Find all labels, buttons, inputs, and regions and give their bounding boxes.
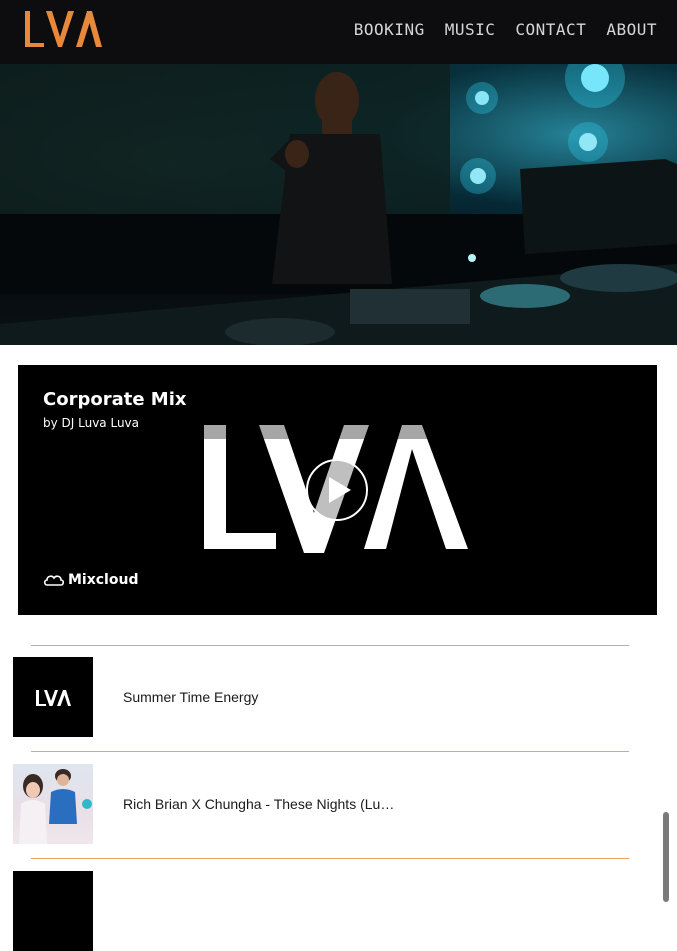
nav-music[interactable]: MUSIC — [445, 20, 496, 39]
list-item[interactable]: Rich Brian X Chungha - These Nights (Lu… — [13, 764, 633, 844]
mixcloud-label: Mixcloud — [68, 572, 139, 588]
nav-booking[interactable]: BOOKING — [354, 20, 425, 39]
track-title: Summer Time Energy — [123, 689, 259, 705]
site-logo[interactable] — [22, 9, 102, 49]
hero-image — [0, 64, 677, 345]
track-thumbnail — [13, 871, 93, 951]
divider — [31, 858, 629, 859]
mix-artist[interactable]: by DJ Luva Luva — [43, 416, 139, 430]
mixcloud-player: Corporate Mix by DJ Luva Luva Mixcloud — [18, 365, 657, 615]
play-button[interactable] — [305, 458, 369, 522]
main-nav: BOOKING MUSIC CONTACT ABOUT — [354, 0, 657, 58]
site-header: BOOKING MUSIC CONTACT ABOUT — [0, 0, 677, 64]
track-thumbnail — [13, 657, 93, 737]
play-icon — [306, 459, 368, 521]
nav-contact[interactable]: CONTACT — [515, 20, 586, 39]
divider — [31, 751, 629, 752]
scrollbar[interactable] — [663, 812, 669, 902]
mixcloud-link[interactable]: Mixcloud — [43, 572, 138, 588]
track-thumbnail — [13, 764, 93, 844]
cloud-icon — [43, 575, 65, 586]
nav-about[interactable]: ABOUT — [606, 20, 657, 39]
list-item[interactable]: Summer Time Energy — [13, 657, 633, 737]
track-title: Rich Brian X Chungha - These Nights (Lu… — [123, 796, 395, 812]
divider — [31, 645, 629, 646]
mix-title[interactable]: Corporate Mix — [43, 389, 187, 410]
list-item[interactable] — [13, 871, 633, 951]
